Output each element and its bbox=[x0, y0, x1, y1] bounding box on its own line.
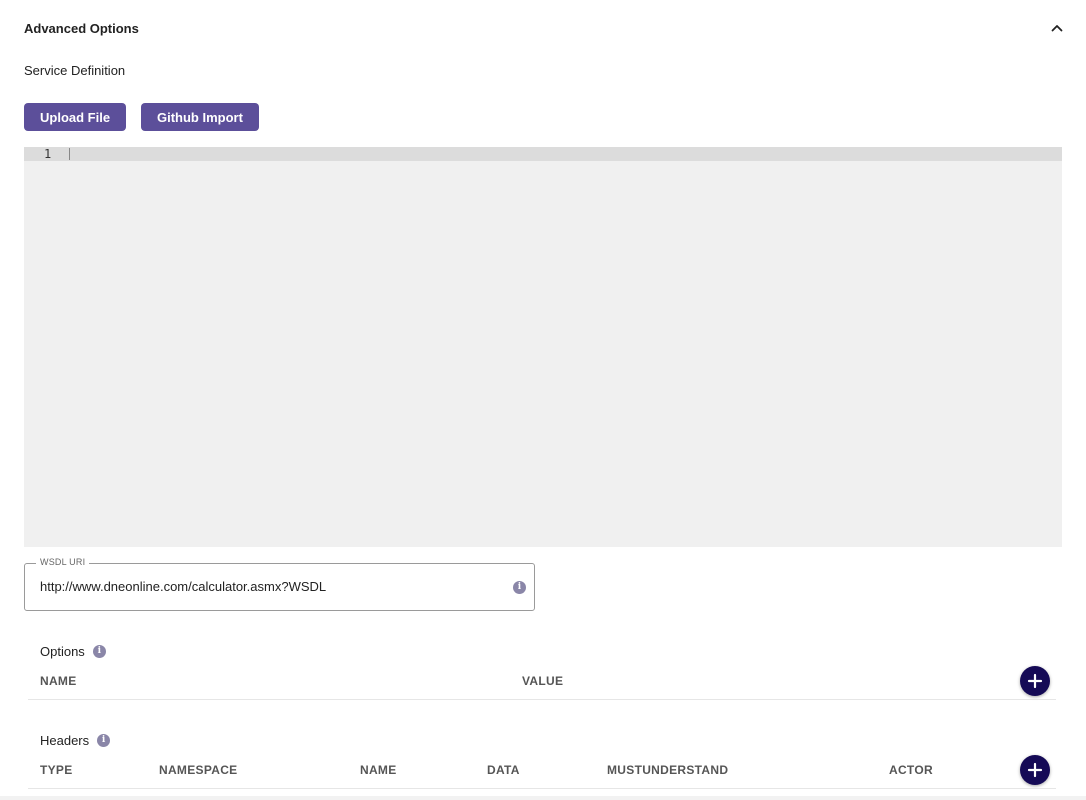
headers-col-actor: ACTOR bbox=[889, 763, 933, 777]
editor-active-line bbox=[24, 147, 1062, 161]
headers-title-row: Headers i bbox=[40, 733, 111, 748]
options-col-name: NAME bbox=[40, 674, 77, 688]
section-title: Advanced Options bbox=[24, 20, 139, 36]
wsdl-uri-label: WSDL URI bbox=[36, 557, 90, 567]
headers-divider bbox=[28, 788, 1056, 789]
info-icon[interactable]: i bbox=[97, 734, 111, 747]
plus-icon bbox=[1027, 673, 1043, 689]
bottom-strip bbox=[0, 796, 1086, 800]
service-definition-label: Service Definition bbox=[24, 63, 126, 78]
wsdl-uri-input[interactable] bbox=[40, 576, 500, 596]
options-divider bbox=[28, 699, 1056, 700]
info-icon[interactable]: i bbox=[92, 645, 106, 658]
wsdl-uri-field[interactable]: WSDL URI i bbox=[24, 557, 535, 611]
headers-col-name: NAME bbox=[360, 763, 397, 777]
plus-icon bbox=[1027, 762, 1043, 778]
line-number: 1 bbox=[44, 147, 52, 161]
add-option-button[interactable] bbox=[1020, 666, 1050, 696]
add-header-button[interactable] bbox=[1020, 755, 1050, 785]
chevron-up-icon[interactable] bbox=[1050, 21, 1064, 35]
upload-file-button[interactable]: Upload File bbox=[24, 103, 127, 131]
advanced-options-header[interactable]: Advanced Options bbox=[24, 18, 1064, 38]
headers-col-mustunderstand: MUSTUNDERSTAND bbox=[607, 763, 729, 777]
headers-col-data: DATA bbox=[487, 763, 520, 777]
text-cursor bbox=[69, 148, 70, 160]
info-icon[interactable]: i bbox=[513, 581, 526, 594]
options-title-row: Options i bbox=[40, 644, 106, 659]
headers-col-type: TYPE bbox=[40, 763, 73, 777]
options-col-value: VALUE bbox=[522, 674, 564, 688]
headers-col-namespace: NAMESPACE bbox=[159, 763, 238, 777]
github-import-button[interactable]: Github Import bbox=[141, 103, 259, 131]
options-title: Options bbox=[40, 644, 85, 659]
service-definition-editor[interactable]: 1 bbox=[24, 147, 1062, 547]
headers-title: Headers bbox=[40, 733, 90, 748]
